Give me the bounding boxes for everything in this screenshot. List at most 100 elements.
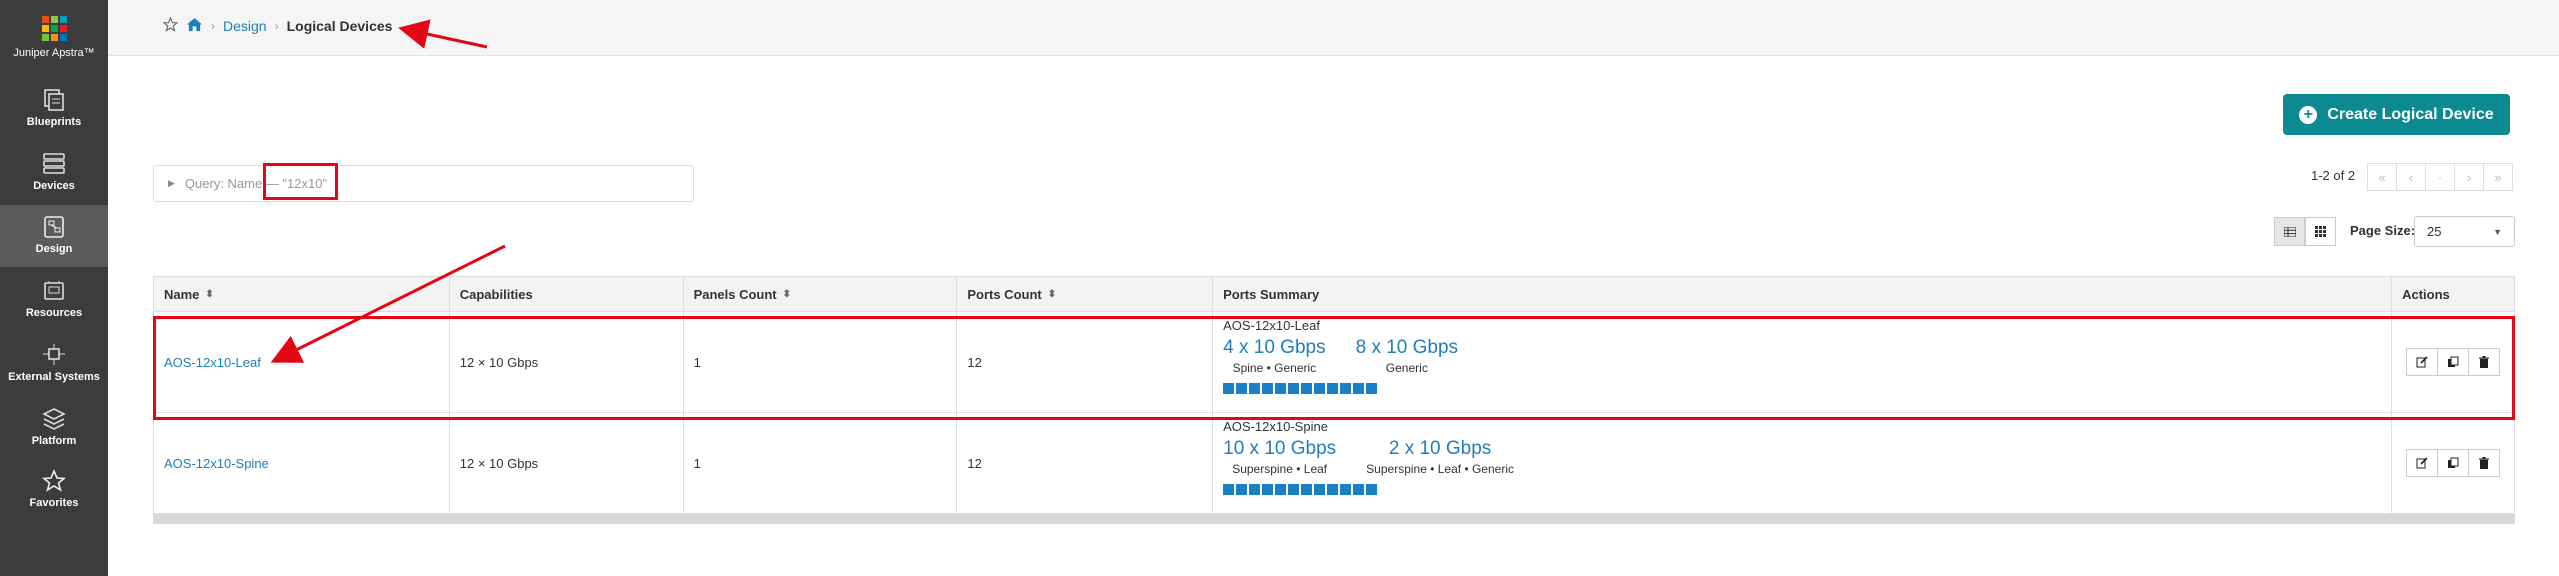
column-header-name[interactable]: Name ⬍ bbox=[154, 277, 450, 311]
sidebar-item-label: Design bbox=[35, 243, 73, 255]
port-square[interactable] bbox=[1327, 484, 1339, 495]
star-icon bbox=[41, 468, 67, 493]
page-size-select[interactable]: 25 ▼ bbox=[2414, 216, 2515, 247]
delete-button[interactable] bbox=[2467, 449, 2500, 477]
juniper-logo-icon bbox=[41, 16, 67, 41]
sidebar-item-label: Platform bbox=[31, 435, 77, 447]
ports-summary: AOS-12x10-Spine 10 x 10 Gbps Superspine … bbox=[1213, 413, 2393, 513]
pagination-summary: 1-2 of 2 bbox=[2311, 168, 2356, 183]
column-label: Ports Summary bbox=[1223, 286, 1320, 302]
pagination: « ‹ · › » bbox=[2367, 163, 2513, 191]
column-header-panels-count[interactable]: Panels Count ⬍ bbox=[684, 277, 958, 311]
sidebar-item-platform[interactable]: Platform bbox=[0, 397, 108, 459]
row-actions bbox=[2405, 449, 2500, 477]
sidebar-item-label: Devices bbox=[33, 180, 75, 192]
external-systems-icon bbox=[41, 343, 67, 367]
query-box[interactable]: ▶ Query: Name — "12x10" bbox=[153, 165, 694, 202]
port-square[interactable] bbox=[1262, 484, 1274, 495]
table-row: AOS-12x10-Spine 12 × 10 Gbps 1 12 AOS-12… bbox=[153, 413, 2515, 514]
sidebar-item-external-systems[interactable]: External Systems bbox=[0, 333, 108, 395]
plus-circle-icon: + bbox=[2299, 105, 2318, 124]
port-group-speed: 2 x 10 Gbps bbox=[1388, 438, 1492, 459]
column-header-capabilities: Capabilities bbox=[450, 277, 684, 311]
port-group-speed: 10 x 10 Gbps bbox=[1223, 438, 1337, 459]
horizontal-scrollbar[interactable] bbox=[153, 514, 2515, 524]
column-label: Capabilities bbox=[459, 286, 533, 302]
ports-count-value: 12 bbox=[967, 455, 982, 471]
home-icon[interactable] bbox=[186, 17, 203, 35]
sidebar: Juniper Apstra™ Blueprints Devices Desig… bbox=[0, 0, 108, 576]
prev-page-button[interactable]: ‹ bbox=[2396, 163, 2426, 191]
table-header: Name ⬍ Capabilities Panels Count ⬍ Ports C… bbox=[153, 276, 2515, 312]
column-label: Actions bbox=[2402, 286, 2450, 302]
create-logical-device-button[interactable]: + Create Logical Device bbox=[2283, 94, 2510, 135]
table-view-icon bbox=[2283, 226, 2296, 237]
create-button-label: Create Logical Device bbox=[2327, 105, 2494, 123]
platform-icon bbox=[41, 407, 67, 431]
port-group-roles: Superspine • Leaf • Generic bbox=[1366, 462, 1514, 476]
port-square[interactable] bbox=[1275, 484, 1287, 495]
design-icon bbox=[41, 215, 67, 239]
sort-icon: ⬍ bbox=[782, 288, 792, 300]
devices-icon bbox=[41, 152, 67, 176]
column-header-actions: Actions bbox=[2392, 277, 2514, 311]
trash-icon bbox=[2478, 457, 2489, 469]
port-square[interactable] bbox=[1340, 484, 1352, 495]
top-bar: › Design › Logical Devices bbox=[108, 0, 2559, 56]
port-group: 2 x 10 Gbps Superspine • Leaf • Generic bbox=[1366, 438, 1514, 476]
annotation-box-row bbox=[153, 316, 2515, 420]
sidebar-item-label: Favorites bbox=[29, 497, 79, 509]
panels-count-value: 1 bbox=[693, 455, 701, 471]
port-group: 10 x 10 Gbps Superspine • Leaf bbox=[1223, 438, 1336, 476]
favorite-star-icon[interactable] bbox=[162, 16, 179, 35]
app-logo[interactable]: Juniper Apstra™ bbox=[0, 10, 108, 59]
port-square[interactable] bbox=[1366, 484, 1378, 495]
edit-button[interactable] bbox=[2405, 449, 2438, 477]
page-size-value: 25 bbox=[2427, 224, 2442, 239]
sort-icon: ⬍ bbox=[1047, 288, 1057, 300]
next-page-button[interactable]: › bbox=[2454, 163, 2484, 191]
sidebar-item-label: External Systems bbox=[8, 371, 100, 383]
port-square[interactable] bbox=[1236, 484, 1248, 495]
view-toggle bbox=[2274, 217, 2336, 246]
sort-icon: ⬍ bbox=[205, 288, 214, 300]
sidebar-item-favorites[interactable]: Favorites bbox=[0, 459, 108, 521]
clone-icon bbox=[2447, 457, 2459, 468]
column-label: Panels Count bbox=[693, 286, 777, 302]
first-page-button[interactable]: « bbox=[2367, 163, 2397, 191]
resources-icon bbox=[41, 279, 67, 303]
sidebar-item-devices[interactable]: Devices bbox=[0, 142, 108, 204]
page-size-label: Page Size: bbox=[2350, 223, 2416, 238]
sidebar-item-resources[interactable]: Resources bbox=[0, 269, 108, 331]
sidebar-item-label: Resources bbox=[25, 307, 83, 319]
port-square[interactable] bbox=[1223, 484, 1235, 495]
table-view-button[interactable] bbox=[2274, 217, 2305, 246]
device-name-link[interactable]: AOS-12x10-Spine bbox=[164, 456, 269, 471]
port-map bbox=[1223, 484, 1378, 495]
breadcrumb-logical-devices: Logical Devices bbox=[286, 18, 393, 34]
clone-button[interactable] bbox=[2436, 449, 2469, 477]
port-square[interactable] bbox=[1249, 484, 1261, 495]
port-square[interactable] bbox=[1288, 484, 1300, 495]
annotation-box-query bbox=[263, 163, 338, 200]
grid-view-icon bbox=[2315, 226, 2326, 237]
port-square[interactable] bbox=[1301, 484, 1313, 495]
breadcrumb-design[interactable]: Design bbox=[223, 18, 267, 34]
expand-caret-icon[interactable]: ▶ bbox=[168, 178, 175, 189]
page-button[interactable]: · bbox=[2425, 163, 2455, 191]
breadcrumb-separator: › bbox=[211, 19, 215, 33]
chevron-down-icon: ▼ bbox=[2493, 227, 2502, 237]
port-square[interactable] bbox=[1353, 484, 1365, 495]
column-header-ports-count[interactable]: Ports Count ⬍ bbox=[957, 277, 1214, 311]
port-square[interactable] bbox=[1314, 484, 1326, 495]
sidebar-item-label: Blueprints bbox=[26, 116, 82, 128]
last-page-button[interactable]: » bbox=[2483, 163, 2513, 191]
breadcrumb-separator: › bbox=[274, 19, 279, 33]
column-header-ports-summary: Ports Summary bbox=[1213, 277, 2393, 311]
blueprints-icon bbox=[41, 88, 67, 112]
sidebar-item-blueprints[interactable]: Blueprints bbox=[0, 78, 108, 140]
sidebar-item-design[interactable]: Design bbox=[0, 205, 108, 267]
app-name: Juniper Apstra™ bbox=[13, 47, 95, 59]
grid-view-button[interactable] bbox=[2305, 217, 2336, 246]
breadcrumb: › Design › Logical Devices bbox=[162, 16, 393, 35]
